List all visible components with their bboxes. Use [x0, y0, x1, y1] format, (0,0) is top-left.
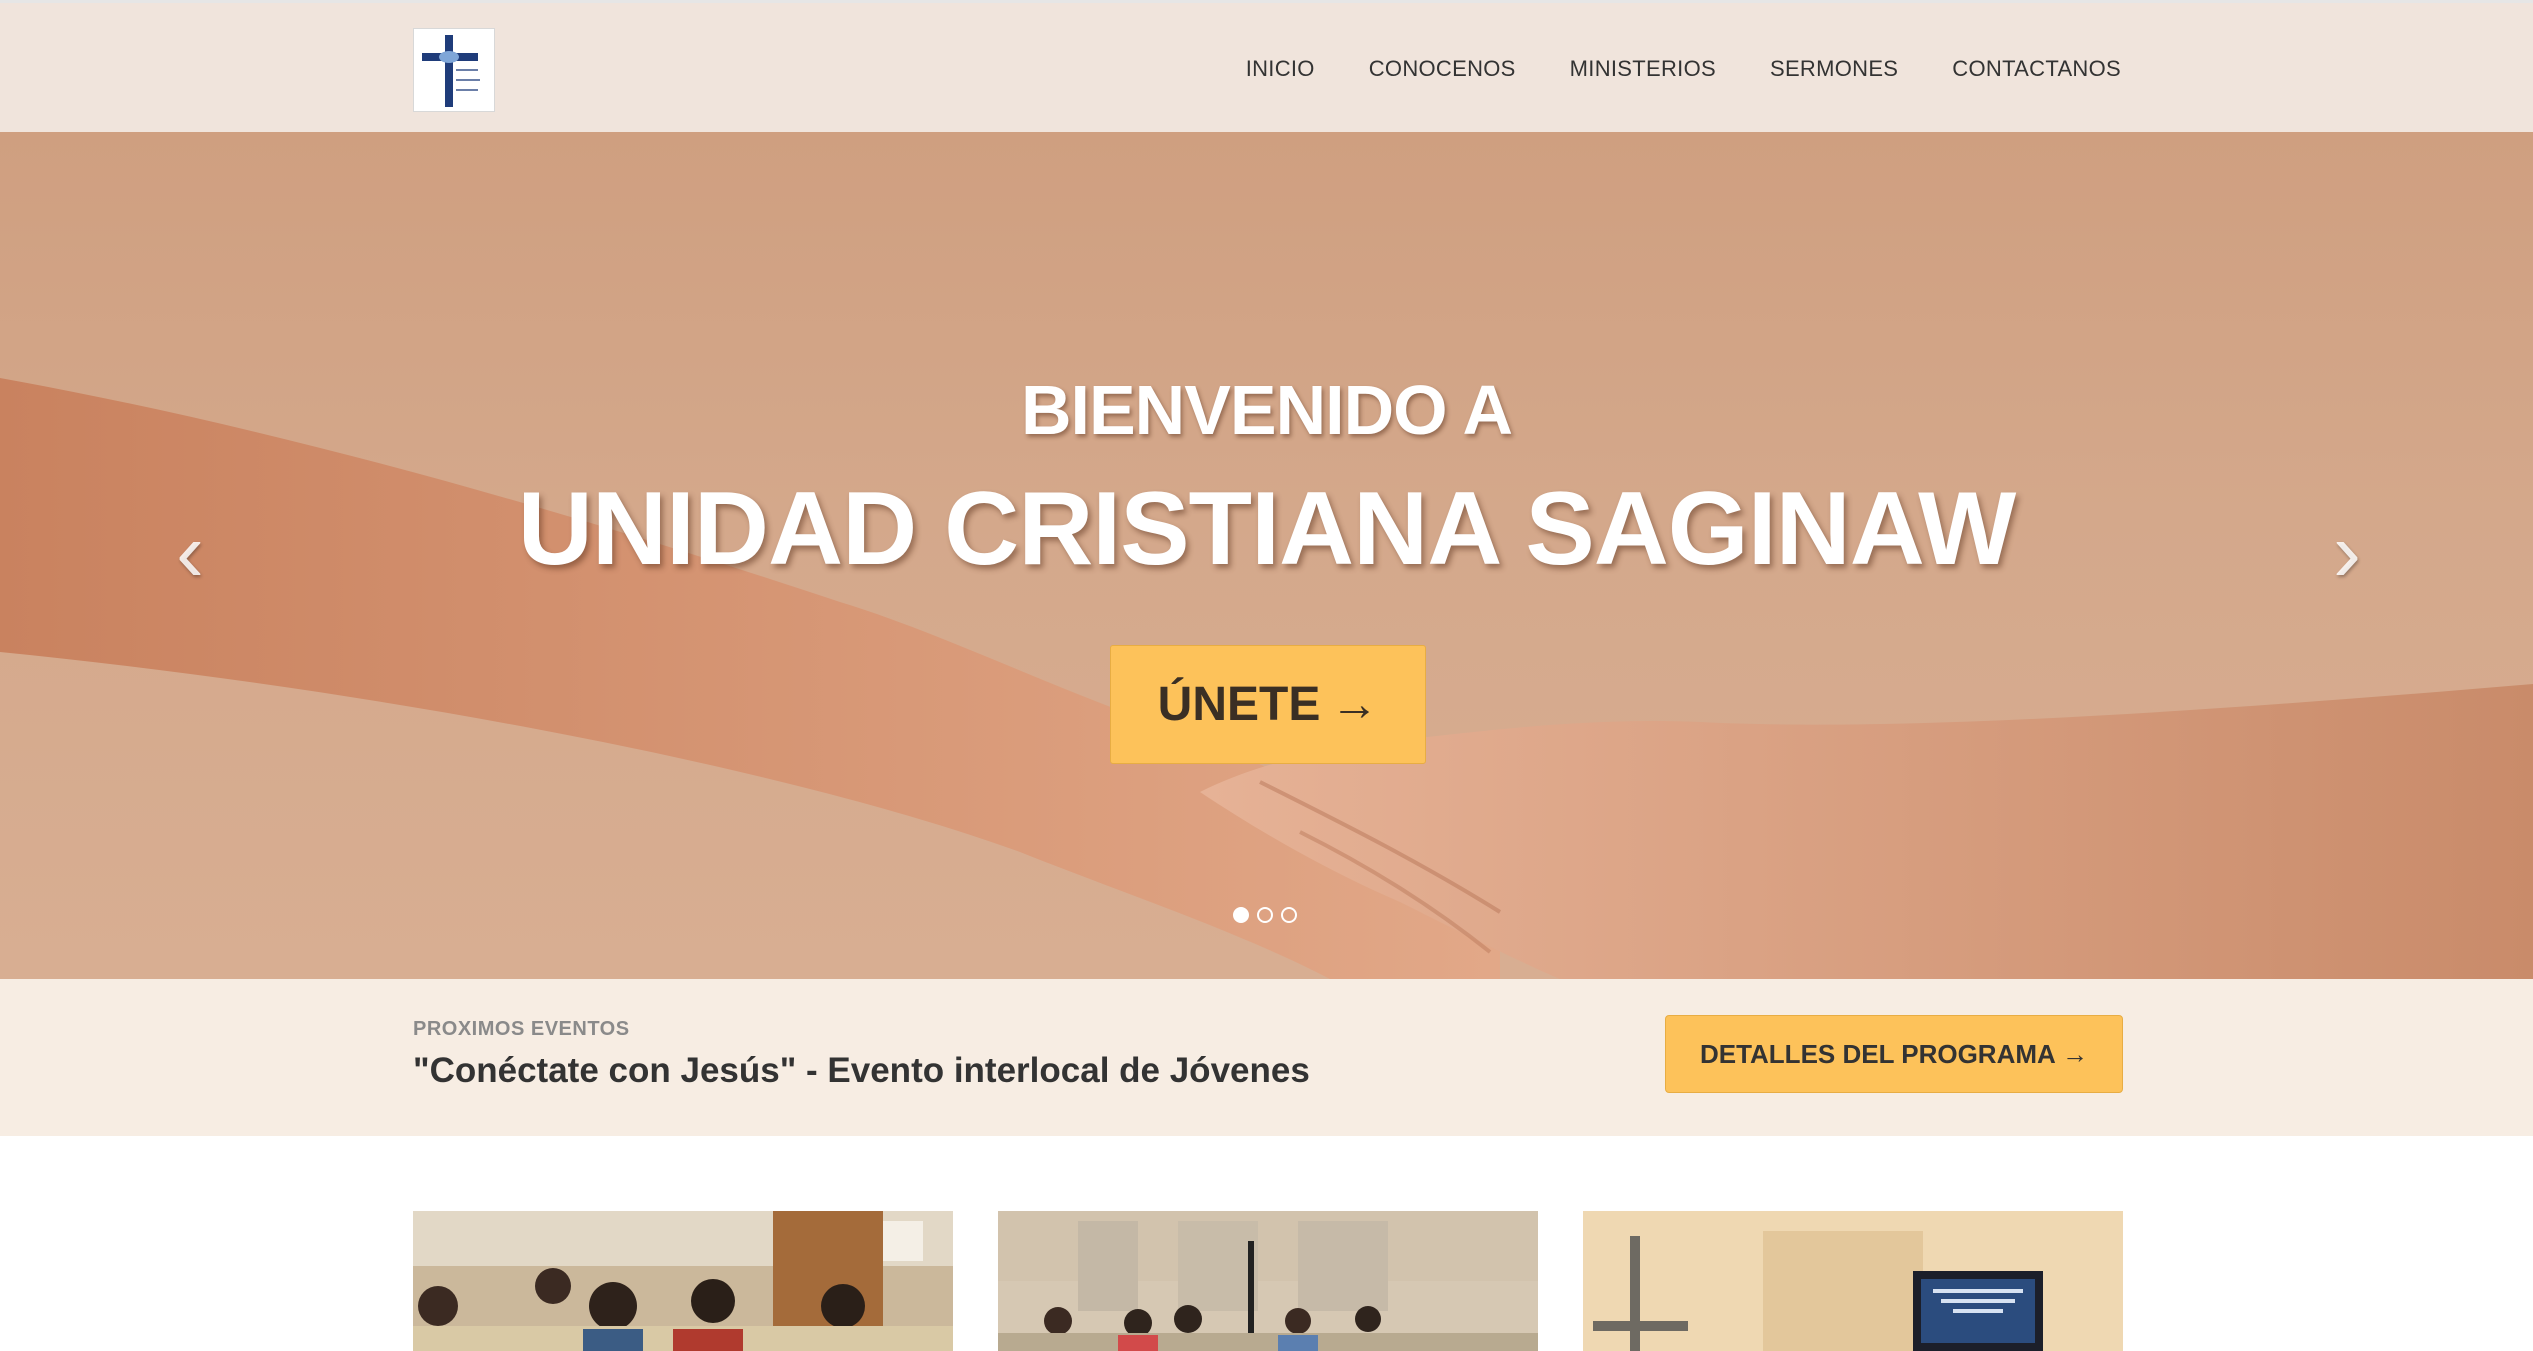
cross-logo-icon: [422, 35, 480, 107]
page: INICIO CONOCENOS MINISTERIOS SERMONES CO…: [0, 0, 2533, 1351]
program-details-button[interactable]: DETALLES DEL PROGRAMA →: [1665, 1015, 2123, 1093]
photo-card-3[interactable]: [1583, 1211, 2123, 1351]
arrow-right-icon: →: [1330, 678, 1379, 731]
nav-contactanos[interactable]: CONTACTANOS: [1952, 56, 2121, 82]
nav-inicio[interactable]: INICIO: [1246, 56, 1315, 82]
events-kicker: PROXIMOS EVENTOS: [413, 1018, 630, 1040]
congregation-photo-2: [998, 1211, 1538, 1351]
hero-title: UNIDAD CRISTIANA SAGINAW: [517, 471, 2016, 587]
join-button-label: ÚNETE: [1157, 678, 1321, 731]
photo-cards-row: [0, 1136, 2533, 1351]
carousel-indicators: [1233, 907, 1297, 923]
carousel-dot-3[interactable]: [1281, 907, 1297, 923]
carousel-dot-2[interactable]: [1257, 907, 1273, 923]
join-button[interactable]: ÚNETE →: [1110, 645, 1426, 764]
upcoming-events-band: PROXIMOS EVENTOS "Conéctate con Jesús" -…: [0, 979, 2533, 1136]
main-nav: INICIO CONOCENOS MINISTERIOS SERMONES CO…: [1246, 3, 2121, 135]
sanctuary-photo: [1583, 1211, 2123, 1351]
church-logo[interactable]: [413, 28, 495, 112]
carousel-prev-button[interactable]: ‹: [160, 510, 220, 594]
top-navbar: INICIO CONOCENOS MINISTERIOS SERMONES CO…: [0, 0, 2533, 132]
nav-sermones[interactable]: SERMONES: [1770, 56, 1898, 82]
hero-kicker: BIENVENIDO A: [1020, 371, 1513, 449]
carousel-next-button[interactable]: ›: [2317, 510, 2377, 594]
hero-carousel: BIENVENIDO A UNIDAD CRISTIANA SAGINAW ÚN…: [0, 132, 2533, 979]
photo-card-1[interactable]: [413, 1211, 953, 1351]
chevron-right-icon: ›: [2333, 505, 2361, 599]
carousel-dot-1[interactable]: [1233, 907, 1249, 923]
event-title: "Conéctate con Jesús" - Evento interloca…: [413, 1051, 1310, 1090]
nav-conocenos[interactable]: CONOCENOS: [1369, 56, 1516, 82]
congregation-photo-1: [413, 1211, 953, 1351]
nav-ministerios[interactable]: MINISTERIOS: [1570, 56, 1716, 82]
chevron-left-icon: ‹: [176, 505, 204, 599]
photo-card-2[interactable]: [998, 1211, 1538, 1351]
